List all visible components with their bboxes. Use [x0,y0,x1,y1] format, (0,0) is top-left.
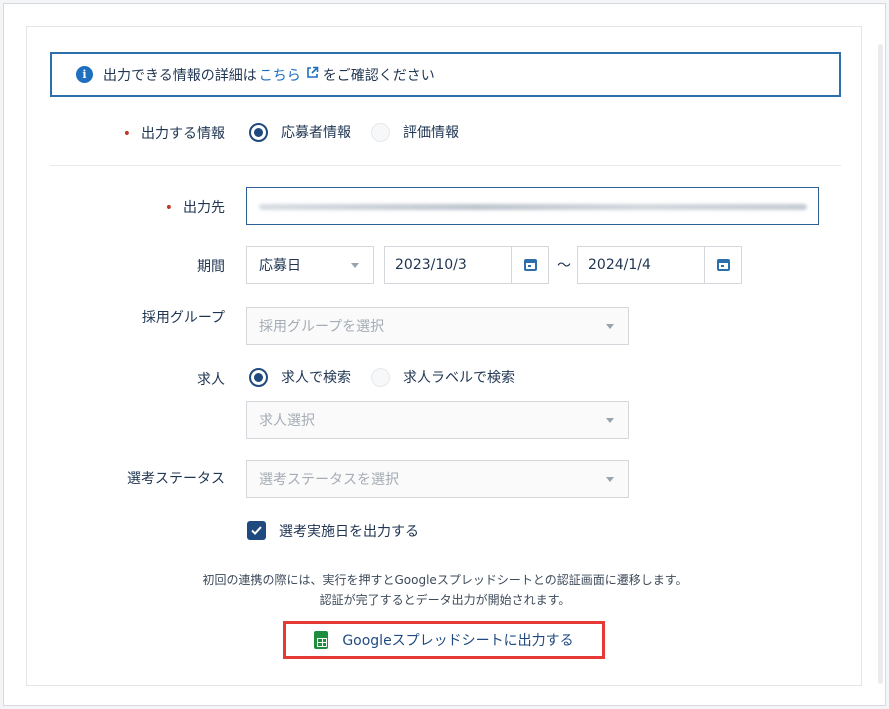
start-date-input[interactable]: 2023/10/3 [384,246,549,284]
check-icon [251,526,262,535]
chevron-down-icon [606,477,614,482]
start-date-calendar-button[interactable] [511,247,548,283]
group-label: 採用グループ [141,310,225,326]
radio-search-by-job[interactable] [249,367,268,387]
destination-label: • 出力先 [164,200,225,216]
job-select[interactable]: 求人選択 [246,401,629,439]
scrollbar[interactable] [878,44,883,684]
redacted-value [259,204,807,210]
external-link-icon[interactable] [306,66,319,83]
end-date-input[interactable]: 2024/1/4 [577,246,742,284]
radio-search-by-job-label-tag[interactable] [371,367,390,387]
radio-search-by-job-label[interactable]: 求人で検索 [281,367,351,387]
radio-applicant-info-label[interactable]: 応募者情報 [281,122,351,142]
output-info-label: • 出力する情報 [122,126,225,142]
section-divider [50,165,841,166]
info-text-before: 出力できる情報の詳細は [103,67,257,84]
window-frame: i 出力できる情報の詳細は こちら をご確認ください • 出力する情報 応募者情報… [3,3,886,706]
chevron-down-icon [606,418,614,423]
destination-input[interactable] [246,187,819,225]
radio-search-by-job-label-tag-label[interactable]: 求人ラベルで検索 [403,367,515,387]
period-label: 期間 [197,259,225,275]
end-date-calendar-button[interactable] [704,247,741,283]
group-select[interactable]: 採用グループを選択 [246,307,629,345]
chevron-down-icon [351,263,359,268]
period-type-select[interactable]: 応募日 [246,246,374,284]
info-banner: i 出力できる情報の詳細は こちら をご確認ください [50,52,841,97]
calendar-icon [716,259,730,271]
info-text-after: をご確認ください [322,67,435,84]
output-info-radio-group: 応募者情報 評価情報 [249,122,459,142]
required-marker: • [164,200,173,216]
chevron-down-icon [606,324,614,329]
info-icon: i [76,66,93,83]
radio-evaluation-info-label[interactable]: 評価情報 [403,122,459,142]
export-to-sheets-button[interactable]: Googleスプレッドシートに出力する [283,621,605,659]
details-link[interactable]: こちら [259,65,301,85]
status-select[interactable]: 選考ステータスを選択 [246,460,629,498]
calendar-icon [523,259,537,271]
date-range-separator: ～ [557,258,571,274]
job-label: 求人 [197,372,225,388]
job-radio-group: 求人で検索 求人ラベルで検索 [249,367,515,387]
radio-evaluation-info[interactable] [371,122,390,142]
auth-note-line2: 認証が完了するとデータ出力が開始されます。 [319,593,571,607]
auth-note-line1: 初回の連携の際には、実行を押すとGoogleスプレッドシートとの認証画面に遷移し… [202,573,688,587]
export-form-card: i 出力できる情報の詳細は こちら をご確認ください • 出力する情報 応募者情報… [26,26,862,686]
status-label: 選考ステータス [127,471,225,487]
google-sheets-icon [314,631,329,649]
output-exam-date-checkbox[interactable] [247,521,266,540]
radio-applicant-info[interactable] [249,122,268,142]
output-exam-date-label[interactable]: 選考実施日を出力する [279,521,419,541]
required-marker: • [122,126,131,142]
